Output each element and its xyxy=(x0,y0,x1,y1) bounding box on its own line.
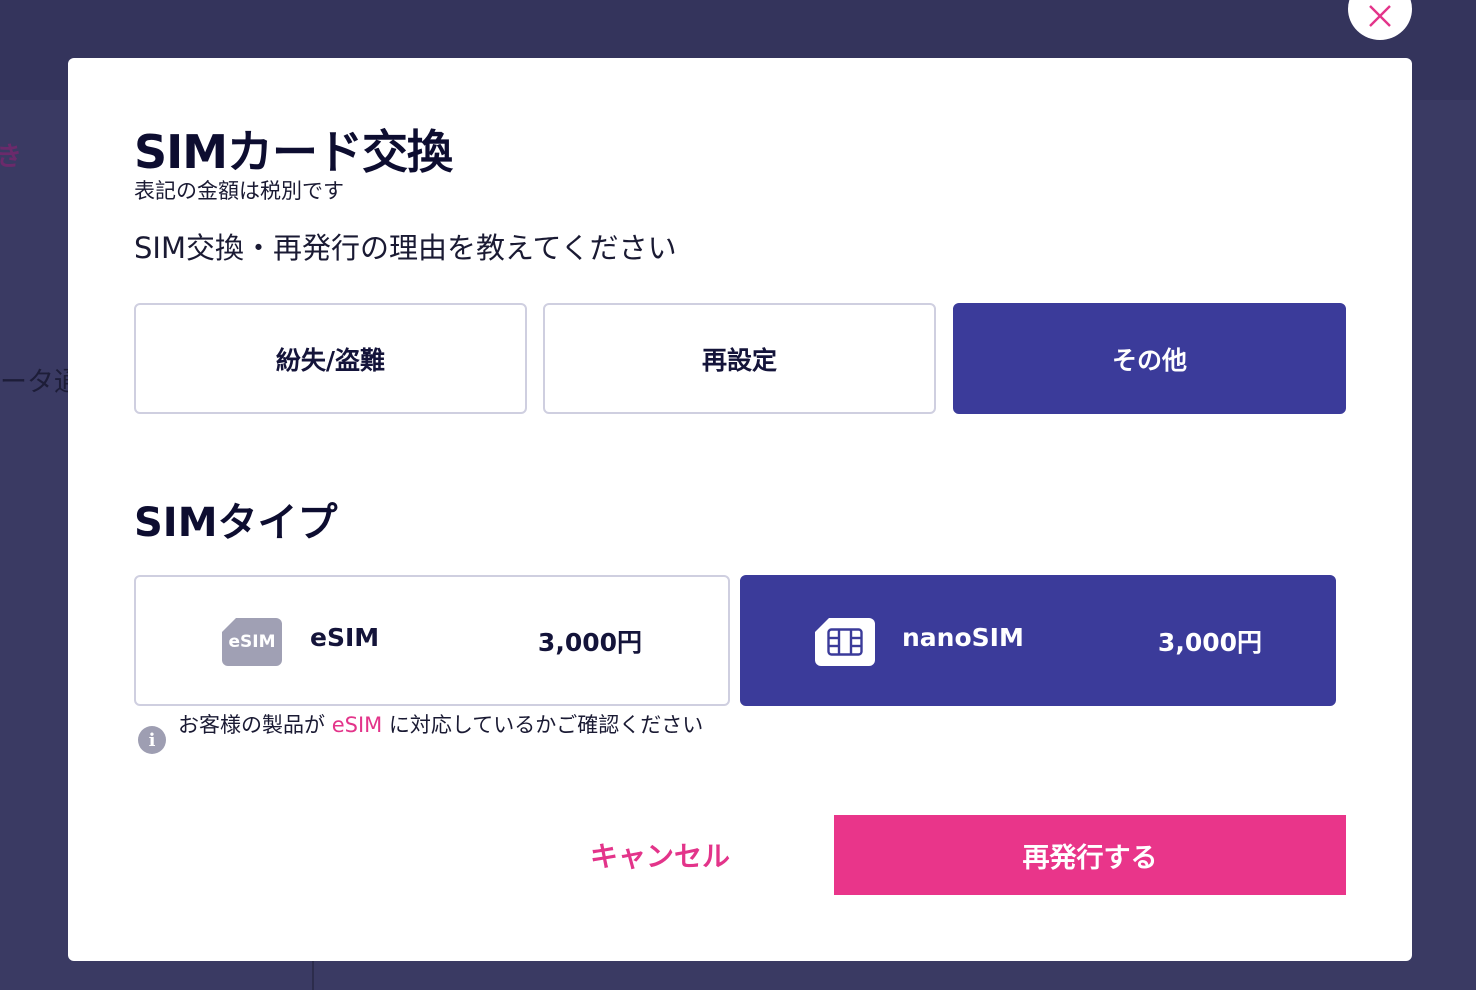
reason-lost-stolen-button[interactable]: 紛失/盗難 xyxy=(134,303,527,414)
background-divider xyxy=(312,960,314,990)
sim-option-price: 3,000円 xyxy=(537,628,642,657)
info-icon: i xyxy=(138,726,166,754)
close-icon xyxy=(1369,5,1391,27)
reason-other-button[interactable]: その他 xyxy=(953,303,1346,414)
nanosim-icon xyxy=(815,618,875,666)
sim-exchange-dialog: SIMカード交換 表記の金額は税別です SIM交換・再発行の理由を教えてください… xyxy=(68,58,1412,961)
reason-question: SIM交換・再発行の理由を教えてください xyxy=(134,231,677,265)
reissue-button[interactable]: 再発行する xyxy=(834,815,1346,895)
reason-reset-button[interactable]: 再設定 xyxy=(543,303,936,414)
sim-option-name: eSIM xyxy=(310,623,380,652)
background-text-top: き xyxy=(0,142,23,172)
tax-note: 表記の金額は税別です xyxy=(134,179,344,203)
esim-compatibility-note: i お客様の製品が eSIM に対応しているかご確認ください xyxy=(138,710,738,754)
info-text-after: に対応しているかご確認ください xyxy=(382,713,704,737)
sim-type-title: SIMタイプ xyxy=(134,500,338,546)
cancel-button[interactable]: キャンセル xyxy=(570,815,750,895)
sim-option-price: 3,000円 xyxy=(1157,628,1262,657)
esim-icon-label: eSIM xyxy=(228,632,276,652)
esim-link[interactable]: eSIM xyxy=(332,713,383,737)
info-text-before: お客様の製品が xyxy=(178,713,332,737)
sim-option-nanosim[interactable]: nanoSIM 3,000円 xyxy=(740,575,1336,706)
esim-icon: eSIM xyxy=(222,618,282,666)
dialog-title: SIMカード交換 xyxy=(134,125,453,179)
info-text: お客様の製品が eSIM に対応しているかご確認ください xyxy=(178,710,738,741)
sim-chip-icon xyxy=(827,628,863,656)
sim-option-name: nanoSIM xyxy=(902,623,1024,652)
sim-option-esim[interactable]: eSIM eSIM 3,000円 xyxy=(134,575,730,706)
